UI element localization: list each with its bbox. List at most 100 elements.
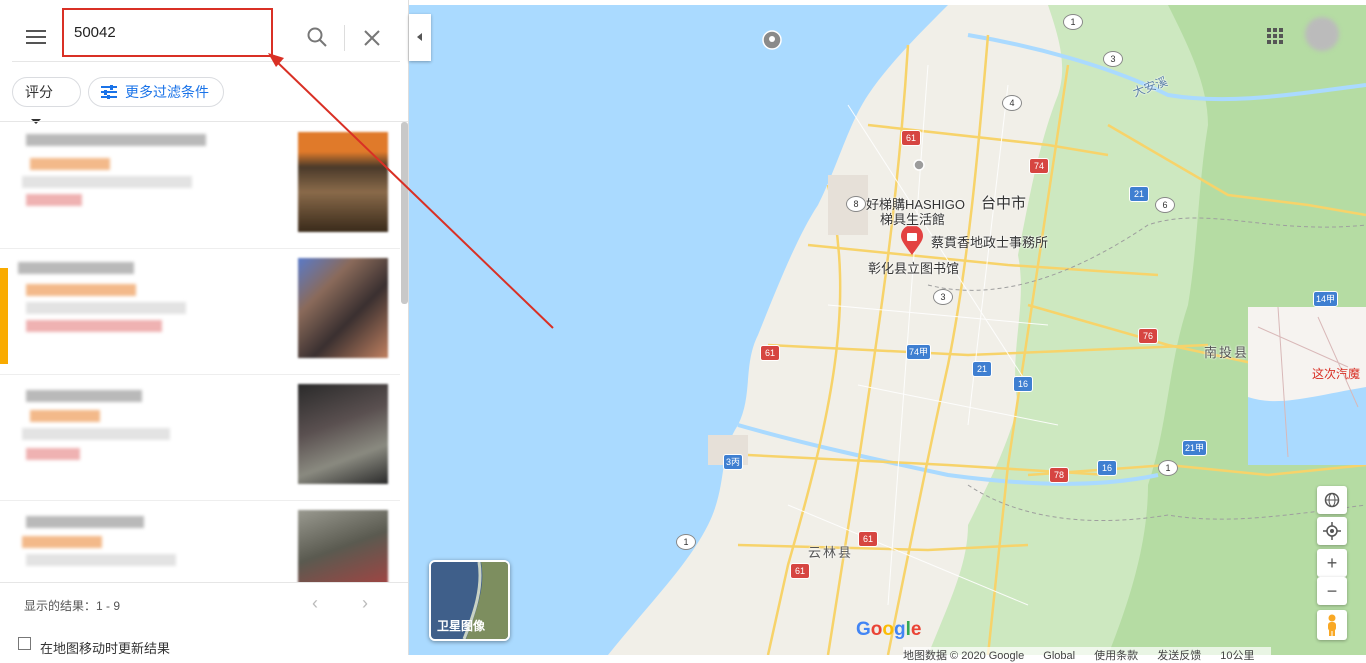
result-rating-redacted xyxy=(30,158,110,170)
result-address-redacted xyxy=(26,554,176,566)
globe-icon xyxy=(1324,492,1340,508)
map-label-cai-office: 蔡貫香地政士事務所 xyxy=(931,235,1049,250)
result-status-redacted xyxy=(26,448,80,460)
result-rating-redacted xyxy=(30,410,100,422)
result-address-redacted xyxy=(26,302,186,314)
list-item[interactable] xyxy=(0,248,400,375)
route-shield: 4 xyxy=(1002,95,1022,111)
route-shield: 61 xyxy=(901,130,921,146)
results-list[interactable] xyxy=(0,122,400,582)
next-page-icon[interactable]: › xyxy=(362,593,368,614)
minus-icon: − xyxy=(1326,581,1338,601)
satellite-toggle[interactable]: 卫星图像 xyxy=(429,560,510,641)
route-shield: 21 xyxy=(1129,186,1149,202)
results-scrollbar[interactable] xyxy=(401,122,408,304)
map-attribution: 地图数据 © 2020 Google Global 使用条款 发送反馈 10公里 xyxy=(903,647,1271,663)
route-shield: 74 xyxy=(1029,158,1049,174)
shopping-marker-icon[interactable] xyxy=(900,226,924,256)
more-filters-chip[interactable]: 更多过滤条件 xyxy=(88,77,224,107)
route-shield: 61 xyxy=(790,563,810,579)
result-address-redacted xyxy=(22,428,170,440)
route-shield: 61 xyxy=(760,345,780,361)
map-label-changhua-library: 彰化县立图书馆 xyxy=(868,261,960,276)
close-icon[interactable] xyxy=(362,28,382,48)
plus-icon: + xyxy=(1326,553,1338,573)
satellite-label: 卫星图像 xyxy=(437,619,486,633)
result-thumbnail xyxy=(298,258,388,358)
attribution-feedback[interactable]: 发送反馈 xyxy=(1157,650,1201,662)
update-on-move-label: 在地图移动时更新结果 xyxy=(40,641,171,656)
poi-dot-icon[interactable] xyxy=(912,158,926,172)
map-graphic xyxy=(408,5,1366,656)
minimap-thumbnail: 这次汽魔 xyxy=(1248,307,1366,465)
list-item[interactable] xyxy=(0,500,400,582)
result-title-redacted xyxy=(18,262,134,274)
result-title-redacted xyxy=(26,390,142,402)
route-shield: 1 xyxy=(1158,460,1178,476)
route-shield: 76 xyxy=(1138,328,1158,344)
route-shield: 3 xyxy=(933,289,953,305)
rating-filter-chip[interactable]: 评分 xyxy=(12,77,81,124)
my-location-icon xyxy=(1323,522,1341,540)
rating-filter-label: 评分 xyxy=(25,84,53,100)
route-shield: 16 xyxy=(1097,460,1117,476)
search-bar: 50042 xyxy=(0,0,408,62)
route-shield: 21 xyxy=(972,361,992,377)
route-shield: 14甲 xyxy=(1313,291,1339,307)
prev-page-icon[interactable]: ‹ xyxy=(312,593,318,614)
result-address-redacted xyxy=(22,176,192,188)
route-shield: 21甲 xyxy=(1182,440,1208,456)
route-shield: 1 xyxy=(676,534,696,550)
map-pin-icon[interactable] xyxy=(762,30,782,50)
zoom-out-button[interactable]: − xyxy=(1317,577,1347,605)
map-label-yunlin: 云林县 xyxy=(808,545,854,560)
route-shield: 16 xyxy=(1013,376,1033,392)
attribution-data: 地图数据 © 2020 Google xyxy=(903,650,1025,662)
minimap-text: 这次汽魔 xyxy=(1312,367,1361,381)
result-thumbnail xyxy=(298,510,388,582)
search-input[interactable]: 50042 xyxy=(62,8,273,57)
result-title-redacted xyxy=(26,134,206,146)
avatar[interactable] xyxy=(1305,17,1339,51)
route-shield: 74甲 xyxy=(906,344,932,360)
route-shield: 78 xyxy=(1049,467,1069,483)
attribution-global[interactable]: Global xyxy=(1043,650,1075,662)
menu-icon[interactable] xyxy=(26,30,46,44)
divider xyxy=(344,25,345,51)
result-thumbnail xyxy=(298,132,388,232)
results-count: 显示的结果：1 - 9 xyxy=(24,599,121,613)
pegman-button[interactable] xyxy=(1317,610,1347,640)
result-status-redacted xyxy=(26,194,82,206)
route-shield: 61 xyxy=(858,531,878,547)
route-shield: 3丙 xyxy=(723,454,744,470)
result-title-redacted xyxy=(26,516,144,528)
route-shield: 1 xyxy=(1063,14,1083,30)
google-logo: Google xyxy=(856,619,922,640)
result-status-redacted xyxy=(26,320,162,332)
caret-left-icon xyxy=(417,33,422,41)
attribution-terms[interactable]: 使用条款 xyxy=(1094,650,1138,662)
pegman-icon xyxy=(1328,614,1336,636)
list-item[interactable] xyxy=(0,374,400,501)
side-panel: 50042 评分 更多过滤条件 显示的结果：1 - 9 ‹ › 在地图移动时更新… xyxy=(0,0,409,656)
route-shield: 8 xyxy=(846,196,866,212)
list-item[interactable] xyxy=(0,122,400,249)
result-rating-redacted xyxy=(26,284,136,296)
globe-view-button[interactable] xyxy=(1317,486,1347,514)
more-filters-label: 更多过滤条件 xyxy=(125,84,209,100)
divider xyxy=(12,61,400,62)
attribution-scale[interactable]: 10公里 xyxy=(1220,650,1254,662)
apps-grid-icon[interactable] xyxy=(1267,28,1283,44)
result-rating-redacted xyxy=(22,536,102,548)
map-canvas[interactable] xyxy=(408,5,1366,656)
zoom-in-button[interactable]: + xyxy=(1317,549,1347,577)
map-label-taichung: 台中市 xyxy=(981,195,1027,212)
my-location-button[interactable] xyxy=(1317,517,1347,545)
map-label-nantou: 南投县 xyxy=(1204,345,1250,360)
search-icon[interactable] xyxy=(306,26,328,48)
collapse-panel-button[interactable] xyxy=(409,14,431,61)
update-on-move-checkbox[interactable] xyxy=(18,637,31,650)
selected-result-indicator xyxy=(0,268,8,364)
map-label-hashigo-line2: 梯具生活館 xyxy=(880,212,946,227)
route-shield: 3 xyxy=(1103,51,1123,67)
